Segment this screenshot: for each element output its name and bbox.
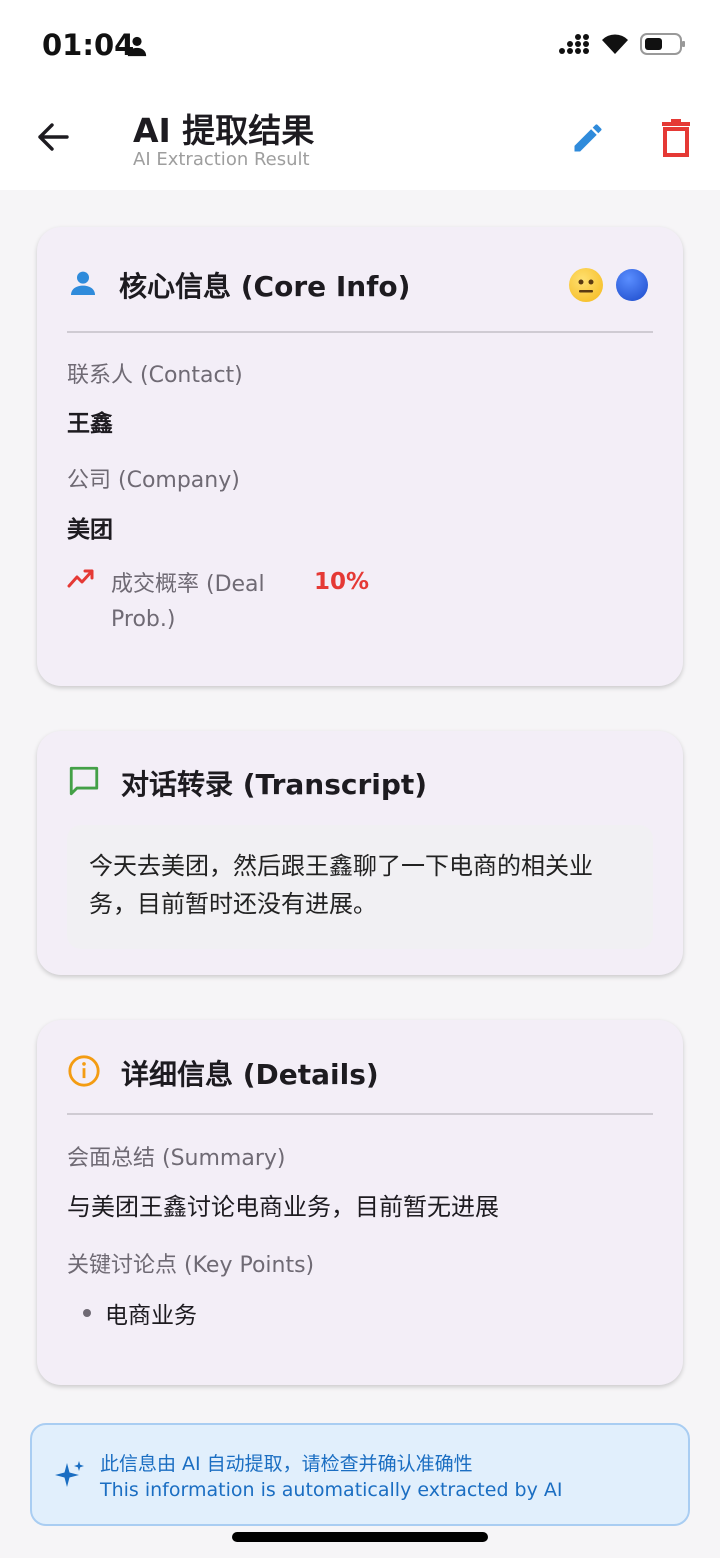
deal-prob-value: 10%	[314, 569, 370, 595]
neutral-face-icon	[569, 268, 603, 302]
deal-prob-label: 成交概率 (Deal Prob.)	[111, 567, 265, 637]
trending-up-icon	[67, 567, 95, 593]
transcript-card: 对话转录 (Transcript) 今天去美团，然后跟王鑫聊了一下电商的相关业务…	[37, 731, 683, 975]
details-card: 详细信息 (Details) 会面总结 (Summary) 与美团王鑫讨论电商业…	[37, 1020, 683, 1385]
status-time: 01:04	[42, 28, 135, 62]
bullet	[83, 1309, 91, 1317]
key-points-label: 关键讨论点 (Key Points)	[67, 1253, 315, 1278]
back-button[interactable]	[30, 116, 76, 162]
status-icons	[558, 32, 686, 60]
deal-prob-label-line1: 成交概率 (Deal	[111, 572, 265, 597]
person-icon	[67, 267, 99, 303]
core-info-card: 核心信息 (Core Info) 联系人 (Contact) 王鑫 公司 (Co…	[37, 227, 683, 686]
company-label: 公司 (Company)	[67, 468, 240, 493]
chat-bubble-icon	[67, 764, 101, 802]
summary-label: 会面总结 (Summary)	[67, 1146, 286, 1171]
arrow-left-icon	[36, 122, 70, 156]
pencil-icon	[570, 120, 606, 160]
contact-label: 联系人 (Contact)	[67, 363, 243, 388]
transcript-text: 今天去美团，然后跟王鑫聊了一下电商的相关业务，目前暂时还没有进展。	[67, 825, 653, 949]
company-value: 美团	[67, 517, 113, 543]
ai-info-banner: 此信息由 AI 自动提取，请检查并确认准确性 This information …	[30, 1423, 690, 1526]
core-info-header: 核心信息 (Core Info)	[67, 265, 410, 305]
trash-icon	[660, 119, 692, 161]
details-header: 详细信息 (Details)	[67, 1053, 379, 1093]
signal-icon	[558, 33, 590, 59]
contact-value: 王鑫	[67, 411, 113, 437]
transcript-title: 对话转录 (Transcript)	[121, 768, 428, 801]
sparkle-icon	[54, 1459, 86, 1495]
status-bar: 01:04	[0, 0, 720, 90]
details-title: 详细信息 (Details)	[121, 1058, 379, 1091]
home-indicator[interactable]	[232, 1532, 488, 1542]
edit-button[interactable]	[566, 118, 610, 162]
divider	[67, 331, 653, 333]
person-status-icon	[126, 35, 148, 61]
app-bar: AI 提取结果 AI Extraction Result	[0, 90, 720, 190]
summary-value: 与美团王鑫讨论电商业务，目前暂无进展	[67, 1193, 499, 1221]
key-point-text: 电商业务	[105, 1303, 197, 1329]
info-icon	[67, 1054, 101, 1092]
wifi-icon	[600, 32, 630, 60]
delete-button[interactable]	[654, 118, 698, 162]
list-item: 电商业务	[83, 1296, 197, 1330]
blue-circle-icon	[616, 269, 648, 301]
banner-line-en: This information is automatically extrac…	[100, 1479, 563, 1501]
core-info-title: 核心信息 (Core Info)	[119, 270, 411, 303]
divider	[67, 1113, 653, 1115]
deal-prob-label-line2: Prob.)	[111, 607, 176, 632]
banner-line-zh: 此信息由 AI 自动提取，请检查并确认准确性	[100, 1453, 473, 1475]
page-subtitle: AI Extraction Result	[133, 149, 310, 170]
battery-icon	[640, 32, 686, 60]
transcript-header: 对话转录 (Transcript)	[67, 763, 427, 803]
page-title: AI 提取结果	[133, 111, 315, 150]
